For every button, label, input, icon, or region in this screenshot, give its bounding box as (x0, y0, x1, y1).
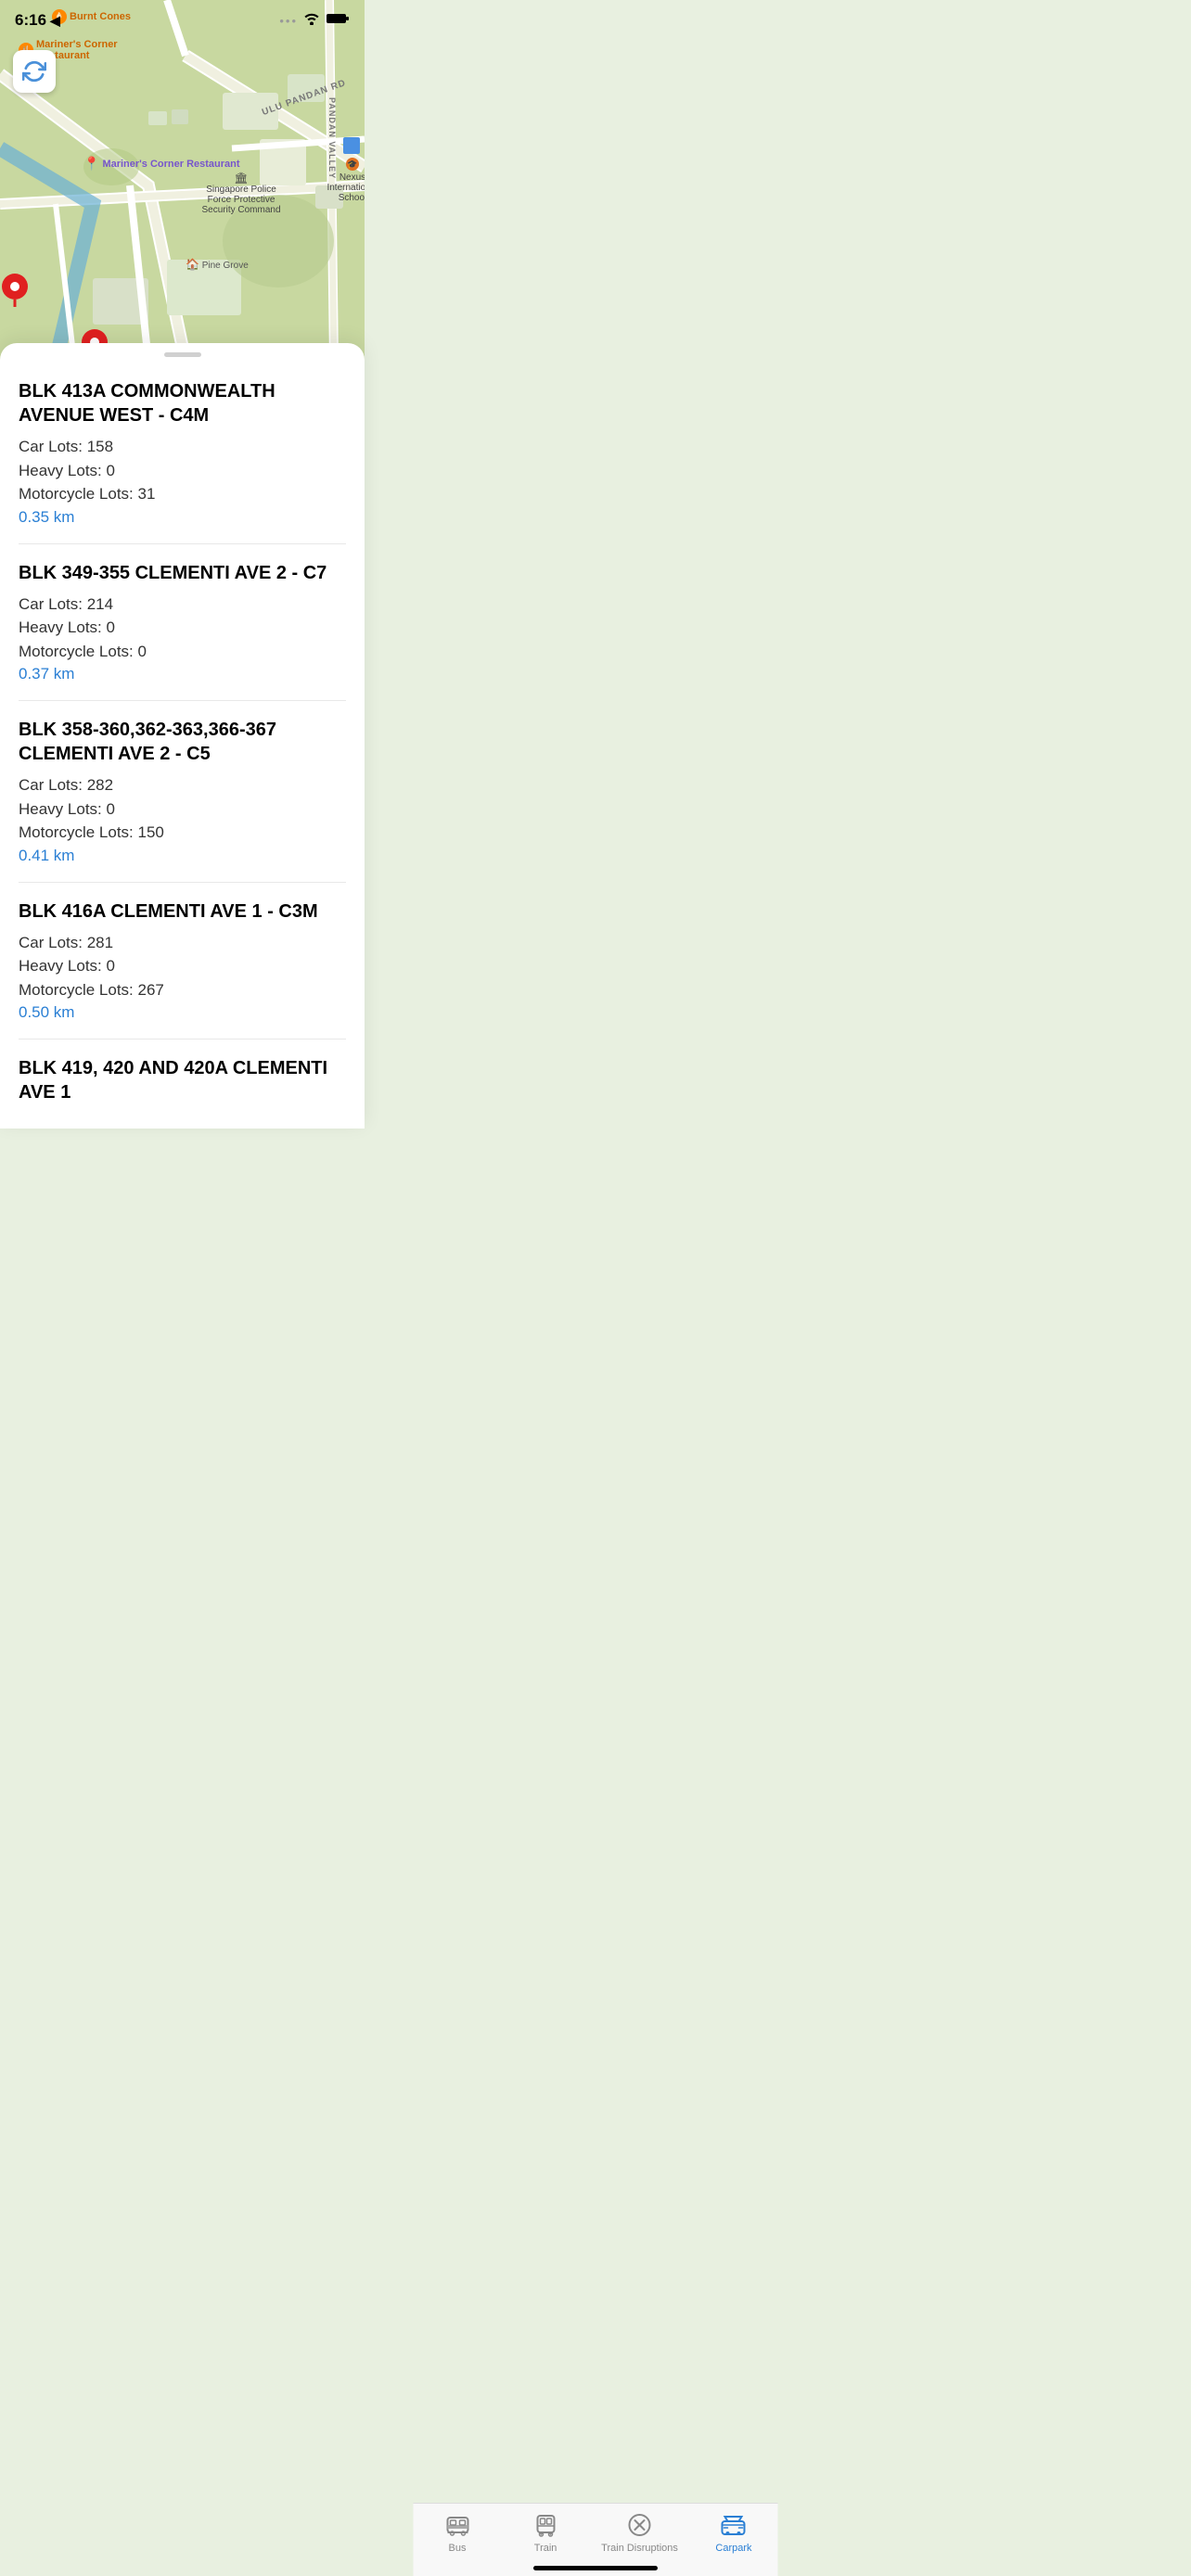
nexus-label: 🎓 NexusInternationalSchool (315, 158, 365, 203)
sheet-handle[interactable] (0, 343, 365, 363)
carpark-item[interactable]: BLK 413A COMMONWEALTH AVENUE WEST - C4M C… (19, 363, 346, 544)
motorcycle-lots: Motorcycle Lots: 0 (19, 640, 346, 664)
nav-label-train: Train (534, 2543, 557, 2554)
nav-item-carpark[interactable]: Carpark (701, 2511, 766, 2554)
status-time: 6:16 ◀ (15, 11, 60, 30)
pandan-valley-label: PANDAN VALLEY (327, 97, 337, 179)
wifi-icon (303, 12, 320, 30)
train-icon (531, 2511, 559, 2539)
east-lodge-label: 📍 Mariner's Corner Restaurant (83, 156, 240, 172)
map-pin-1 (2, 274, 28, 312)
carpark-item[interactable]: BLK 416A CLEMENTI AVE 1 - C3M Car Lots: 2… (19, 883, 346, 1040)
map-area[interactable]: 🍦 Burnt Cones 🍴 Mariner's CornerRestaura… (0, 0, 365, 362)
carpark-item[interactable]: BLK 419, 420 AND 420A CLEMENTI AVE 1 (19, 1039, 346, 1129)
carpark-name: BLK 349-355 CLEMENTI AVE 2 - C7 (19, 561, 346, 585)
carpark-name: BLK 419, 420 AND 420A CLEMENTI AVE 1 (19, 1056, 346, 1104)
bottom-sheet: BLK 413A COMMONWEALTH AVENUE WEST - C4M C… (0, 343, 365, 1129)
nav-item-bus[interactable]: Bus (425, 2511, 490, 2554)
carpark-distance: 0.50 km (19, 1003, 346, 1022)
carpark-item[interactable]: BLK 358-360,362-363,366-367 CLEMENTI AVE… (19, 701, 346, 883)
nav-label-bus: Bus (449, 2543, 467, 2554)
time-display: 6:16 (15, 11, 46, 30)
car-lots: Car Lots: 281 (19, 931, 346, 955)
carpark-name: BLK 413A COMMONWEALTH AVENUE WEST - C4M (19, 379, 346, 427)
train-disruptions-icon (626, 2511, 654, 2539)
motorcycle-lots: Motorcycle Lots: 267 (19, 978, 346, 1002)
carpark-distance: 0.37 km (19, 665, 346, 683)
bus-icon (443, 2511, 471, 2539)
heavy-lots: Heavy Lots: 0 (19, 616, 346, 640)
carpark-name: BLK 416A CLEMENTI AVE 1 - C3M (19, 899, 346, 924)
heavy-lots: Heavy Lots: 0 (19, 459, 346, 483)
handle-bar (164, 352, 201, 357)
signal-dots-icon: ••• (279, 14, 298, 28)
nav-item-train-disruptions[interactable]: Train Disruptions (601, 2511, 678, 2554)
home-indicator (533, 2566, 658, 2570)
pine-grove-label: 🏠 Pine Grove (186, 258, 249, 271)
carpark-list: BLK 413A COMMONWEALTH AVENUE WEST - C4M C… (0, 363, 365, 1129)
carpark-name: BLK 358-360,362-363,366-367 CLEMENTI AVE… (19, 718, 346, 766)
nav-label-carpark: Carpark (715, 2543, 751, 2554)
refresh-button[interactable] (13, 50, 56, 93)
car-lots: Car Lots: 214 (19, 593, 346, 617)
nav-label-train-disruptions: Train Disruptions (601, 2543, 678, 2554)
motorcycle-lots: Motorcycle Lots: 150 (19, 821, 346, 845)
status-icons: ••• (279, 12, 350, 30)
navigation-arrow: ◀ (50, 13, 60, 29)
heavy-lots: Heavy Lots: 0 (19, 797, 346, 822)
motorcycle-lots: Motorcycle Lots: 31 (19, 482, 346, 506)
carpark-distance: 0.41 km (19, 847, 346, 865)
car-lots: Car Lots: 282 (19, 773, 346, 797)
battery-icon (326, 12, 350, 30)
carpark-item[interactable]: BLK 349-355 CLEMENTI AVE 2 - C7 Car Lots:… (19, 544, 346, 702)
car-lots: Car Lots: 158 (19, 435, 346, 459)
heavy-lots: Heavy Lots: 0 (19, 954, 346, 978)
carpark-distance: 0.35 km (19, 508, 346, 527)
nav-item-train[interactable]: Train (513, 2511, 578, 2554)
carpark-icon (720, 2511, 748, 2539)
status-bar: 6:16 ◀ ••• (0, 0, 365, 41)
police-label: 🏛 Singapore PoliceForce ProtectiveSecuri… (195, 172, 288, 215)
